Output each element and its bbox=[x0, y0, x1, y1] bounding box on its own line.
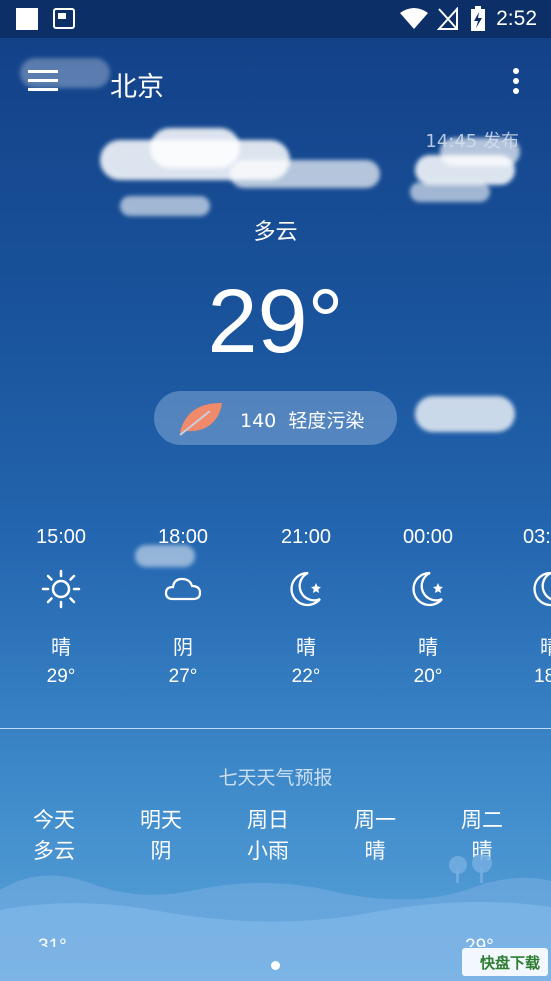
menu-icon[interactable] bbox=[28, 70, 58, 92]
day-name: 今天 bbox=[33, 808, 75, 832]
aqi-text: 140 轻度污染 bbox=[240, 406, 364, 433]
aqi-badge[interactable]: 140 轻度污染 bbox=[154, 391, 397, 445]
watermark-logo: 快盘下载 bbox=[462, 948, 548, 976]
hour-condition: 晴 bbox=[296, 635, 316, 659]
status-bar: 2:52 bbox=[0, 0, 551, 38]
day-name: 明天 bbox=[140, 808, 182, 832]
moon-star-icon bbox=[412, 571, 443, 607]
wifi-icon bbox=[400, 8, 428, 29]
moon-star-icon bbox=[290, 571, 321, 607]
hourly-item: 18:00 阴 27° bbox=[123, 526, 243, 688]
sun-icon bbox=[41, 569, 81, 609]
forecast-high-temp: 29° bbox=[465, 936, 494, 947]
watermark-text: 快盘下载 bbox=[480, 954, 541, 972]
aqi-label: 轻度污染 bbox=[288, 410, 365, 432]
hour-time: 18:00 bbox=[157, 526, 209, 548]
city-title[interactable]: 北京 bbox=[110, 65, 164, 104]
hour-condition: 阴 bbox=[173, 635, 193, 659]
hour-temp: 20° bbox=[413, 666, 443, 687]
hour-condition: 晴 bbox=[418, 635, 438, 659]
hour-temp: 27° bbox=[168, 666, 198, 687]
aqi-value: 140 bbox=[240, 410, 277, 432]
hourly-item: 15:00 晴 29° bbox=[1, 526, 121, 688]
status-time: 2:52 bbox=[496, 7, 537, 30]
notification-square-icon bbox=[16, 8, 38, 30]
moon-star-icon bbox=[533, 571, 551, 607]
cloud-icon bbox=[164, 577, 202, 601]
current-condition: 多云 bbox=[253, 220, 298, 245]
hour-temp: 18 bbox=[534, 666, 551, 687]
app-toolbar bbox=[0, 38, 551, 124]
publish-time: 14:45 发布 bbox=[425, 131, 519, 152]
forecast-high-temp: 31° bbox=[38, 936, 67, 947]
day-name: 周二 bbox=[461, 808, 503, 832]
hour-time: 15:00 bbox=[35, 526, 87, 548]
hour-condition: 晴 bbox=[51, 635, 71, 659]
more-options-icon[interactable] bbox=[510, 68, 522, 98]
hourly-item: 03: 晴 18 bbox=[523, 526, 551, 688]
hour-time: 03: bbox=[523, 526, 551, 548]
section-divider bbox=[0, 728, 551, 729]
hour-temp: 22° bbox=[291, 666, 321, 687]
hour-time: 00:00 bbox=[402, 526, 454, 548]
hour-condition: 晴 bbox=[540, 635, 551, 659]
hour-temp: 29° bbox=[46, 666, 76, 687]
battery-charging-icon bbox=[471, 6, 485, 31]
no-signal-icon bbox=[437, 7, 458, 30]
page-indicator-dot bbox=[271, 961, 280, 970]
day-name: 周日 bbox=[247, 808, 289, 832]
seven-day-title: 七天天气预报 bbox=[218, 767, 333, 789]
hourly-item: 00:00 晴 20° bbox=[368, 526, 488, 688]
current-temperature: 29° bbox=[207, 272, 344, 372]
hourly-item: 21:00 晴 22° bbox=[246, 526, 366, 688]
hour-time: 21:00 bbox=[280, 526, 332, 548]
screenshot-icon bbox=[53, 8, 75, 29]
leaf-icon bbox=[179, 403, 222, 436]
day-name: 周一 bbox=[354, 808, 396, 832]
